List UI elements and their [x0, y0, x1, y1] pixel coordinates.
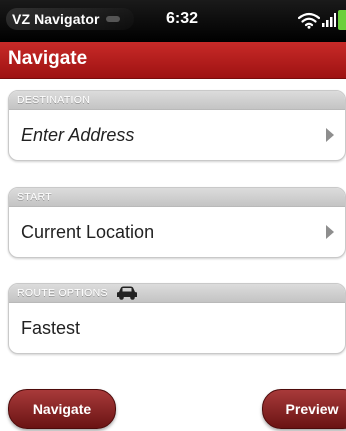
car-icon [116, 286, 137, 300]
title-bar: Navigate [0, 42, 346, 79]
route-options-card: ROUTE OPTIONS Fastest [8, 283, 346, 354]
destination-field[interactable]: Enter Address [9, 110, 345, 160]
route-options-section-label: ROUTE OPTIONS [17, 287, 108, 299]
chevron-right-icon [326, 225, 334, 239]
destination-section-header: DESTINATION [9, 91, 345, 110]
status-bar: VZ Navigator 6:32 [0, 0, 346, 42]
signal-strength-icon [322, 13, 336, 27]
navigator-screen: VZ Navigator 6:32 Navigate DESTINATION E… [0, 0, 346, 431]
navigate-button[interactable]: Navigate [8, 389, 116, 429]
start-card: START Current Location [8, 187, 346, 258]
app-menu-indicator [105, 16, 120, 22]
app-menu[interactable]: VZ Navigator [6, 8, 134, 30]
status-time: 6:32 [166, 10, 199, 27]
preview-button[interactable]: Preview [262, 389, 346, 429]
chevron-right-icon [326, 128, 334, 142]
destination-section-label: DESTINATION [17, 94, 91, 106]
start-section-header: START [9, 188, 345, 207]
status-icons[interactable] [298, 8, 346, 32]
app-name: VZ Navigator [12, 11, 100, 27]
route-option-value: Fastest [21, 317, 81, 338]
navigate-button-label: Navigate [32, 401, 92, 417]
page-title: Navigate [8, 48, 88, 69]
destination-card: DESTINATION Enter Address [8, 90, 346, 161]
start-value: Current Location [21, 221, 155, 242]
wifi-icon [298, 12, 320, 29]
destination-value: Enter Address [21, 124, 135, 145]
route-option-field[interactable]: Fastest [9, 303, 345, 353]
battery-icon [338, 10, 346, 30]
start-field[interactable]: Current Location [9, 207, 345, 257]
preview-button-label: Preview [285, 401, 339, 417]
route-options-section-header: ROUTE OPTIONS [9, 284, 345, 303]
start-section-label: START [17, 191, 52, 203]
